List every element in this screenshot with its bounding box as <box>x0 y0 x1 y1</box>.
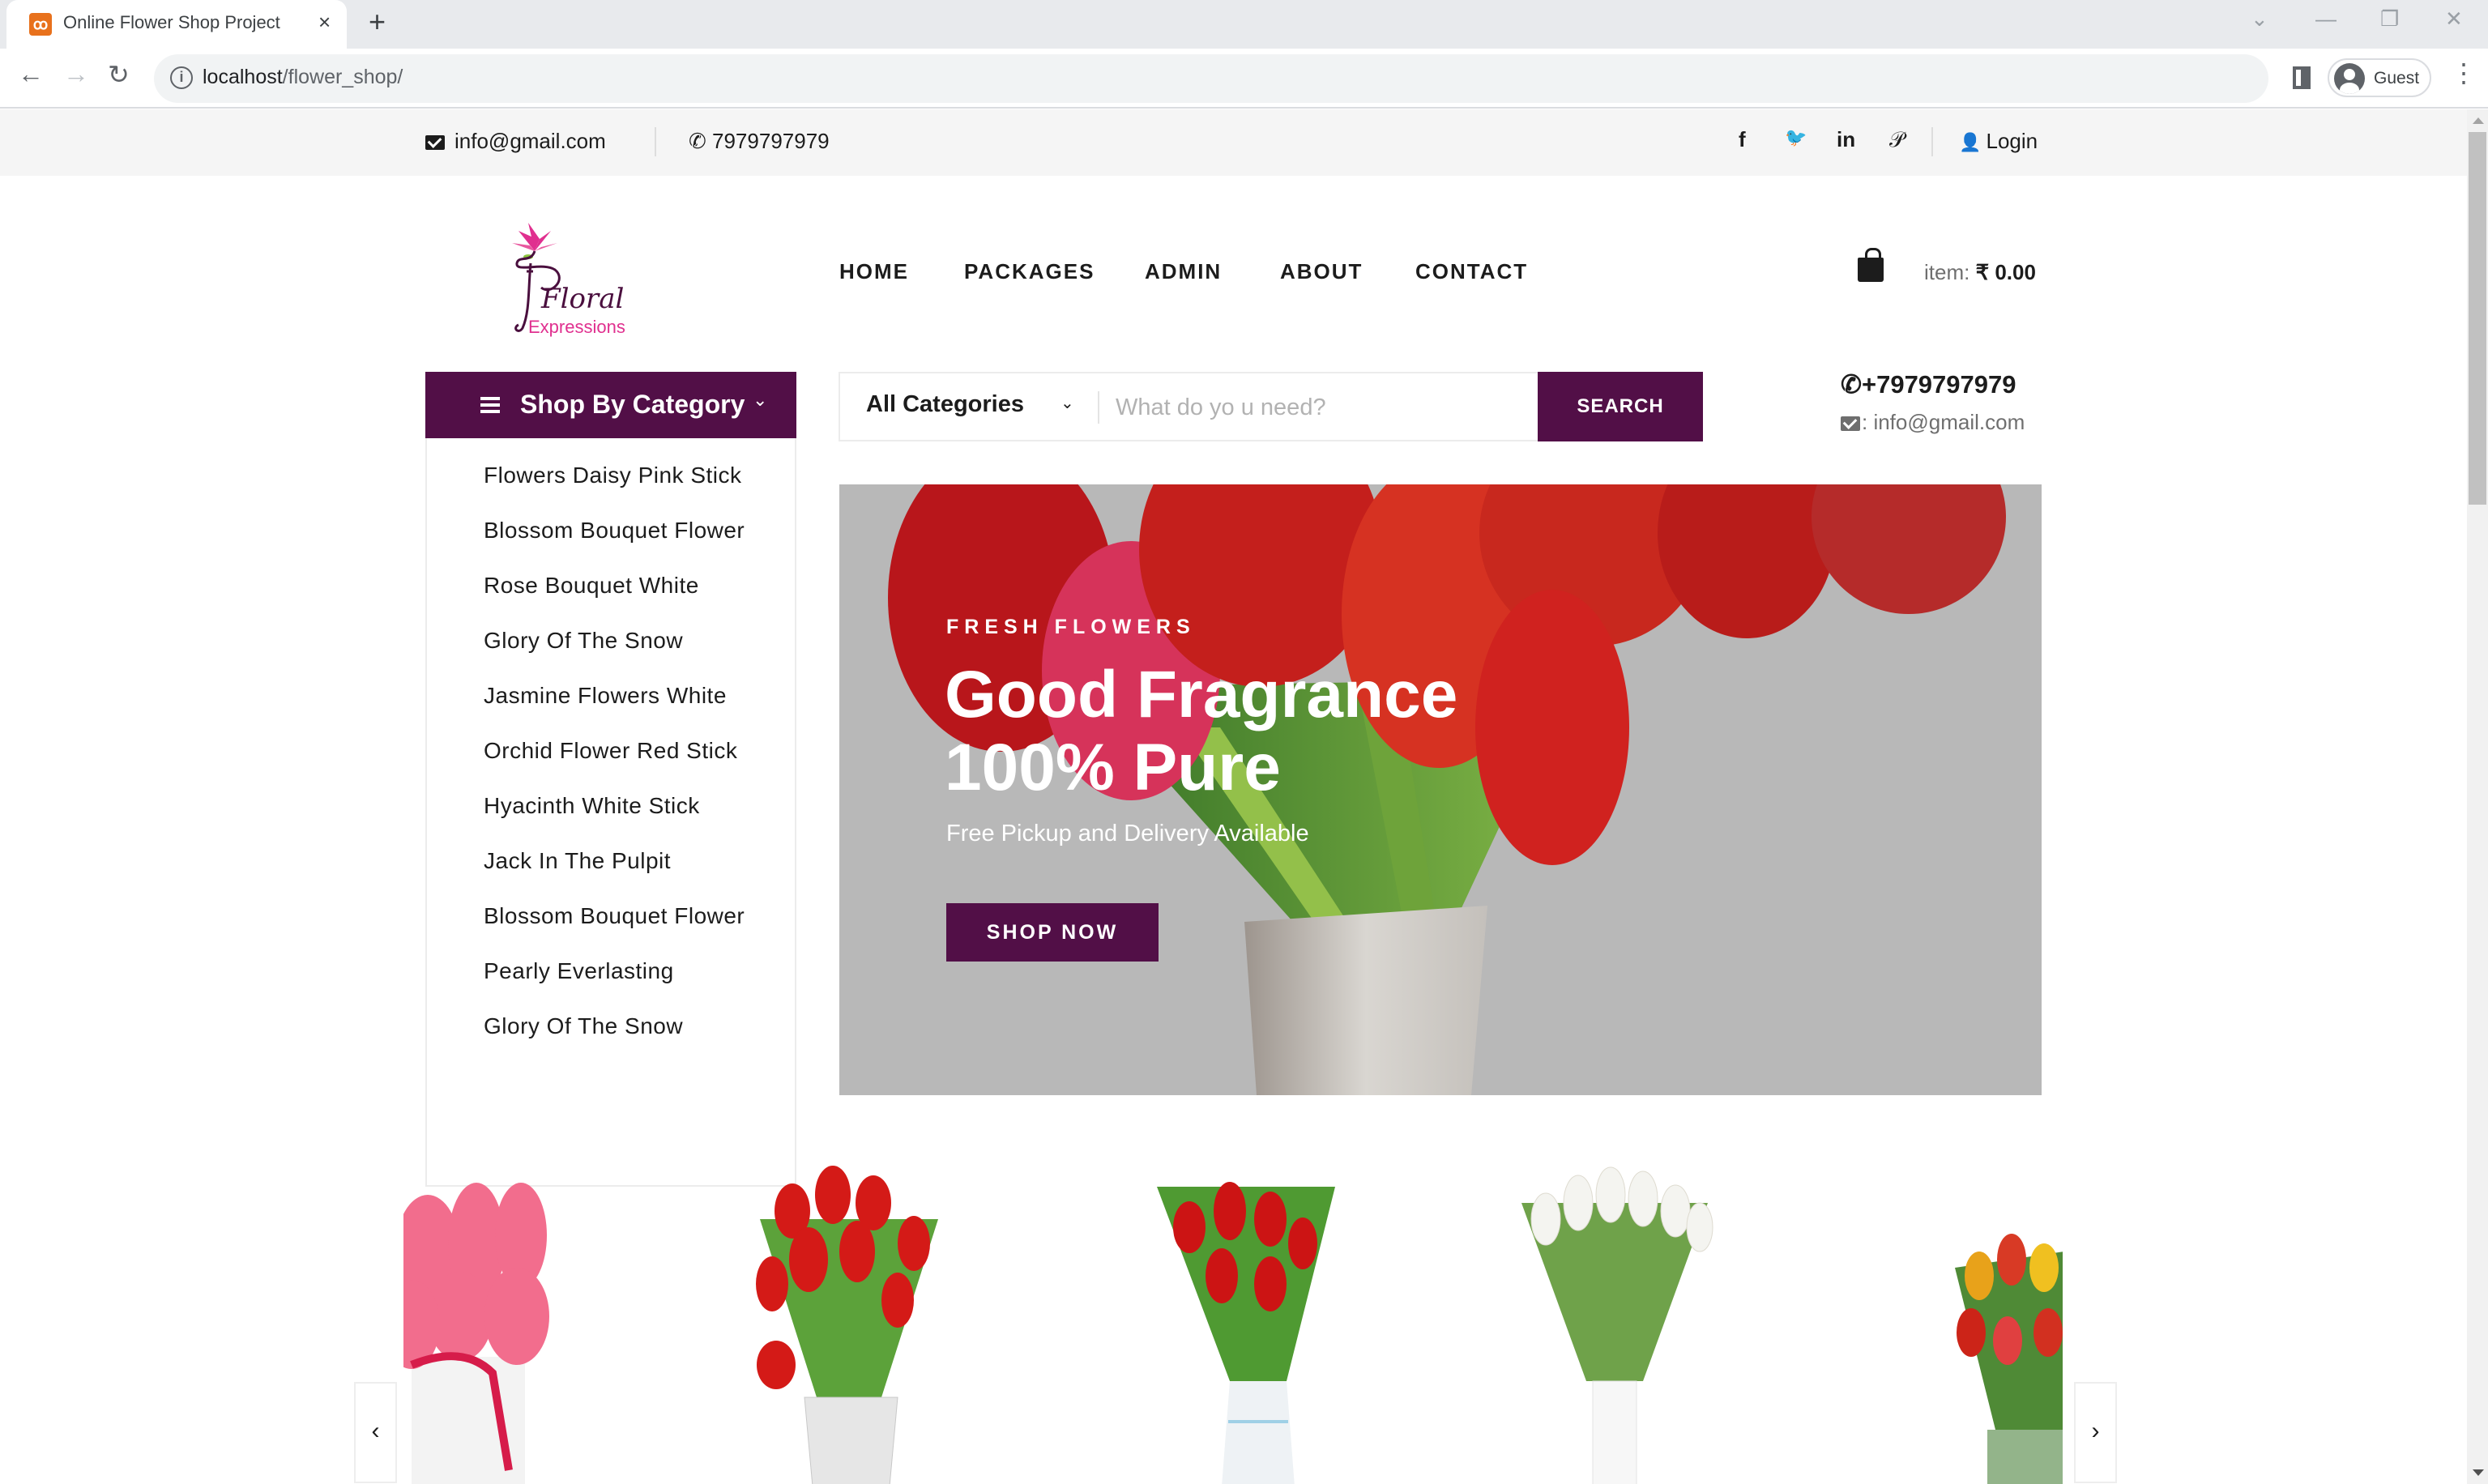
category-item[interactable]: Glory Of The Snow <box>484 1013 683 1039</box>
tab-title: Online Flower Shop Project <box>63 12 280 32</box>
category-item[interactable]: Flowers Daisy Pink Stick <box>484 463 742 488</box>
nav-packages[interactable]: PACKAGES <box>964 259 1095 284</box>
topbar-divider-right <box>1931 127 1933 156</box>
browser-toolbar: ← → ↻ i localhost/flower_shop/ Guest ⋮ <box>0 49 2488 109</box>
hero-title-line1: Good Fragrance <box>945 658 1458 731</box>
topbar-phone-text: 7979797979 <box>712 129 830 153</box>
reload-icon[interactable]: ↻ <box>108 59 130 90</box>
hero-title-line2: 100% Pure <box>945 731 1281 804</box>
back-arrow-icon[interactable]: ← <box>18 59 44 89</box>
nav-home[interactable]: HOME <box>839 259 909 284</box>
carousel-item-red-tulips-vase[interactable] <box>1133 1154 1424 1484</box>
logo-text-expressions: Expressions <box>528 317 625 337</box>
topbar-email[interactable]: info@gmail.com <box>425 129 606 154</box>
browser-tab-active[interactable]: ꝏ Online Flower Shop Project × <box>6 0 347 49</box>
envelope-icon <box>425 135 445 151</box>
facebook-icon[interactable]: f <box>1739 127 1746 152</box>
shop-by-category-toggle[interactable]: Shop By Category ⌄ <box>425 372 796 438</box>
contact-email-text: : info@gmail.com <box>1862 410 2025 434</box>
login-link[interactable]: 👤 Login <box>1959 129 2038 154</box>
category-item[interactable]: Glory Of The Snow <box>484 628 683 654</box>
scroll-down-arrow-icon[interactable] <box>2473 1469 2484 1476</box>
user-icon: 👤 <box>1959 132 1987 152</box>
search-input[interactable] <box>1116 386 1521 429</box>
contact-phone[interactable]: ✆+7979797979 <box>1841 370 2016 399</box>
category-title: Shop By Category <box>520 390 745 419</box>
carousel-prev-button[interactable]: ‹ <box>354 1382 397 1483</box>
header-top-bar: info@gmail.com ✆ 7979797979 f 🐦 in 𝒫 👤 L… <box>0 109 2467 176</box>
carousel-item-pink-tulips[interactable] <box>403 1154 671 1484</box>
new-tab-button[interactable]: + <box>369 5 386 39</box>
chevron-down-icon: ⌄ <box>753 390 768 410</box>
category-item[interactable]: Blossom Bouquet Flower <box>484 903 745 929</box>
product-carousel <box>403 1154 2063 1484</box>
category-item[interactable]: Jasmine Flowers White <box>484 683 727 709</box>
category-item[interactable]: Hyacinth White Stick <box>484 793 700 819</box>
nav-about[interactable]: ABOUT <box>1280 259 1363 284</box>
nav-admin[interactable]: ADMIN <box>1145 259 1222 284</box>
close-window-button[interactable]: ✕ <box>2445 6 2463 32</box>
category-item[interactable]: Rose Bouquet White <box>484 573 699 599</box>
category-item[interactable]: Jack In The Pulpit <box>484 848 671 874</box>
shop-now-button[interactable]: SHOP NOW <box>946 903 1159 962</box>
url-host: localhost <box>203 66 283 88</box>
cart-summary[interactable]: item: ₹ 0.00 <box>1924 260 2036 285</box>
phone-icon: ✆ <box>1841 370 1862 399</box>
hero-subtitle: Free Pickup and Delivery Available <box>946 821 1309 846</box>
category-item[interactable]: Blossom Bouquet Flower <box>484 518 745 544</box>
address-url[interactable]: localhost/flower_shop/ <box>203 66 403 89</box>
nav-contact[interactable]: CONTACT <box>1415 259 1528 284</box>
phone-icon: ✆ <box>689 129 713 153</box>
floral-expressions-logo[interactable]: Floral Expressions <box>494 207 632 344</box>
category-item[interactable]: Pearly Everlasting <box>484 958 674 984</box>
browser-menu-icon[interactable]: ⋮ <box>2451 60 2477 86</box>
linkedin-icon[interactable]: in <box>1837 127 1855 152</box>
browser-tab-strip: ꝏ Online Flower Shop Project × + ⌄ — ❐ ✕ <box>0 0 2488 49</box>
hero-title: Good Fragrance 100% Pure <box>945 659 1674 804</box>
minimize-button[interactable]: — <box>2315 6 2337 32</box>
hero-kicker: FRESH FLOWERS <box>946 616 1196 638</box>
page-scrollbar[interactable] <box>2467 109 2488 1484</box>
site-info-icon[interactable]: i <box>170 66 193 89</box>
login-label: Login <box>1986 129 2038 153</box>
hero-banner: FRESH FLOWERS Good Fragrance 100% Pure F… <box>839 484 2042 1095</box>
tab-close-icon[interactable]: × <box>318 10 331 35</box>
category-item[interactable]: Orchid Flower Red Stick <box>484 738 737 764</box>
carousel-item-mixed-tulips[interactable] <box>1947 1154 2063 1484</box>
topbar-divider <box>655 127 656 156</box>
forward-arrow-icon[interactable]: → <box>63 59 89 89</box>
envelope-icon <box>1841 416 1860 432</box>
topbar-email-text: info@gmail.com <box>454 129 606 153</box>
carousel-next-button[interactable]: › <box>2074 1382 2117 1483</box>
side-panel-icon[interactable] <box>2293 66 2311 89</box>
cart-label: item: <box>1924 260 1970 284</box>
pinterest-icon[interactable]: 𝒫 <box>1889 127 1905 153</box>
address-bar[interactable]: i localhost/flower_shop/ <box>154 54 2268 103</box>
profile-name: Guest <box>2374 69 2420 87</box>
scroll-up-arrow-icon[interactable] <box>2473 117 2484 124</box>
contact-email[interactable]: : info@gmail.com <box>1841 410 2025 435</box>
search-button[interactable]: SEARCH <box>1538 372 1703 441</box>
topbar-phone[interactable]: ✆ 7979797979 <box>689 129 830 154</box>
category-list: Flowers Daisy Pink Stick Blossom Bouquet… <box>425 438 796 1187</box>
hamburger-icon <box>480 397 500 413</box>
logo-text-floral: Floral <box>540 283 624 315</box>
url-path: /flower_shop/ <box>282 66 403 88</box>
xampp-favicon-icon: ꝏ <box>29 13 52 36</box>
category-select[interactable]: All Categories <box>866 391 1024 418</box>
search-divider <box>1098 391 1099 424</box>
carousel-item-white-tulips[interactable] <box>1497 1154 1789 1484</box>
cart-amount: ₹ 0.00 <box>1975 260 2036 284</box>
guest-avatar-icon <box>2334 63 2365 94</box>
twitter-icon[interactable]: 🐦 <box>1785 127 1807 148</box>
tab-search-icon[interactable]: ⌄ <box>2251 6 2268 32</box>
profile-button[interactable]: Guest <box>2328 58 2431 97</box>
restore-button[interactable]: ❐ <box>2380 6 2399 32</box>
shopping-bag-icon[interactable] <box>1858 248 1884 282</box>
select-chevron-icon[interactable]: ⌄ <box>1060 393 1074 413</box>
contact-phone-text: +7979797979 <box>1861 370 2016 399</box>
carousel-item-red-tulips-bucket[interactable] <box>695 1154 987 1484</box>
scrollbar-thumb[interactable] <box>2469 132 2486 505</box>
web-page: info@gmail.com ✆ 7979797979 f 🐦 in 𝒫 👤 L… <box>0 109 2467 1484</box>
